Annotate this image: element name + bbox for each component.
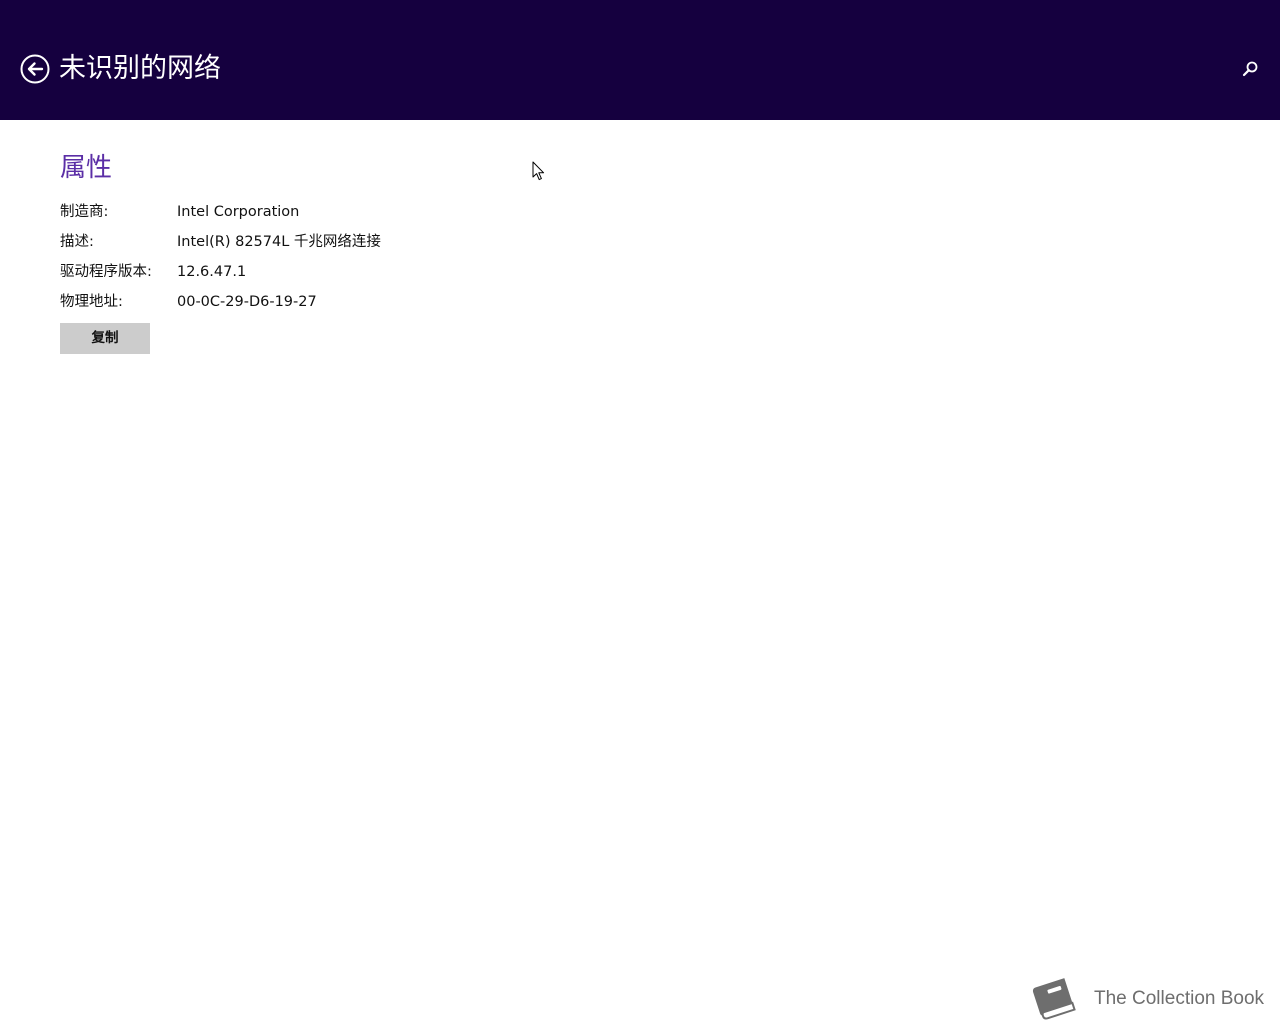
watermark-text: The Collection Book xyxy=(1094,988,1265,1009)
section-title-properties: 属性 xyxy=(60,153,113,183)
app-header: 未识别的网络 xyxy=(0,0,1280,120)
back-arrow-circle-icon xyxy=(20,54,50,84)
property-value: Intel(R) 82574L 千兆网络连接 xyxy=(177,234,381,250)
property-row-manufacturer: 制造商: Intel Corporation xyxy=(60,201,660,223)
property-row-physical-address: 物理地址: 00-0C-29-D6-19-27 xyxy=(60,291,660,313)
property-value: Intel Corporation xyxy=(177,204,300,220)
property-label: 制造商: xyxy=(60,204,109,220)
property-value: 00-0C-29-D6-19-27 xyxy=(177,294,317,310)
property-row-driver-version: 驱动程序版本: 12.6.47.1 xyxy=(60,261,660,283)
search-button[interactable] xyxy=(1241,60,1259,78)
watermark: The Collection Book xyxy=(1028,974,1268,1022)
property-label: 驱动程序版本: xyxy=(60,264,152,280)
mouse-cursor-icon xyxy=(532,161,546,181)
property-value: 12.6.47.1 xyxy=(177,264,247,280)
property-label: 物理地址: xyxy=(60,294,123,310)
book-icon xyxy=(1028,974,1082,1022)
property-row-description: 描述: Intel(R) 82574L 千兆网络连接 xyxy=(60,231,660,253)
copy-button[interactable]: 复制 xyxy=(60,323,150,354)
back-button[interactable] xyxy=(20,54,50,84)
page-title: 未识别的网络 xyxy=(59,53,221,84)
property-label: 描述: xyxy=(60,234,94,250)
search-icon xyxy=(1242,61,1258,77)
